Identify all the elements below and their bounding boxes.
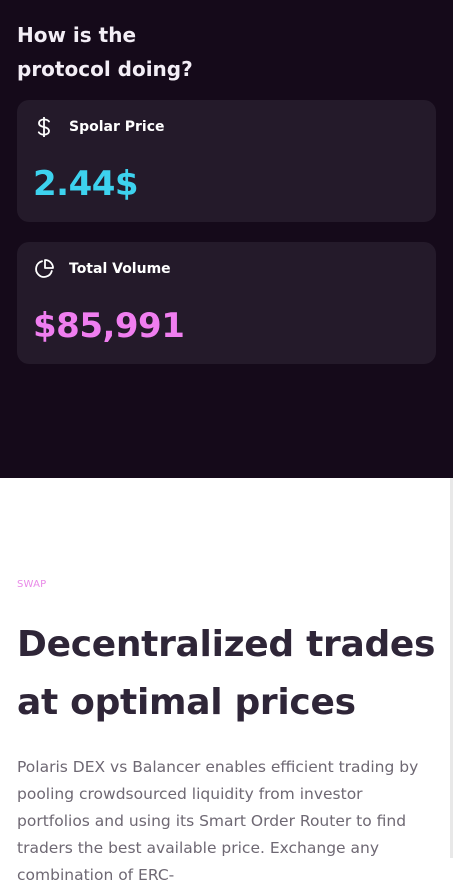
total-volume-card: Total Volume $85,991 — [17, 242, 436, 364]
card-header: Spolar Price — [33, 116, 420, 138]
card-header: Total Volume — [33, 258, 420, 280]
dollar-icon — [33, 116, 55, 138]
card-label: Total Volume — [69, 261, 171, 277]
spolar-price-card: Spolar Price 2.44$ — [17, 100, 436, 222]
section-body: Polaris DEX vs Balancer enables efficien… — [17, 758, 419, 884]
section-title: Decentralized trades at optimal prices — [17, 624, 436, 723]
pie-chart-icon — [33, 258, 55, 280]
total-volume-value: $85,991 — [33, 306, 185, 346]
section-heading: How is the protocol doing? — [17, 23, 193, 81]
card-label: Spolar Price — [69, 119, 165, 135]
spolar-price-value: 2.44$ — [33, 164, 139, 204]
swap-section: SWAP Decentralized trades at optimal pri… — [0, 478, 453, 889]
stats-section: How is the protocol doing? Spolar Price … — [0, 0, 453, 478]
section-eyebrow: SWAP — [17, 579, 47, 590]
